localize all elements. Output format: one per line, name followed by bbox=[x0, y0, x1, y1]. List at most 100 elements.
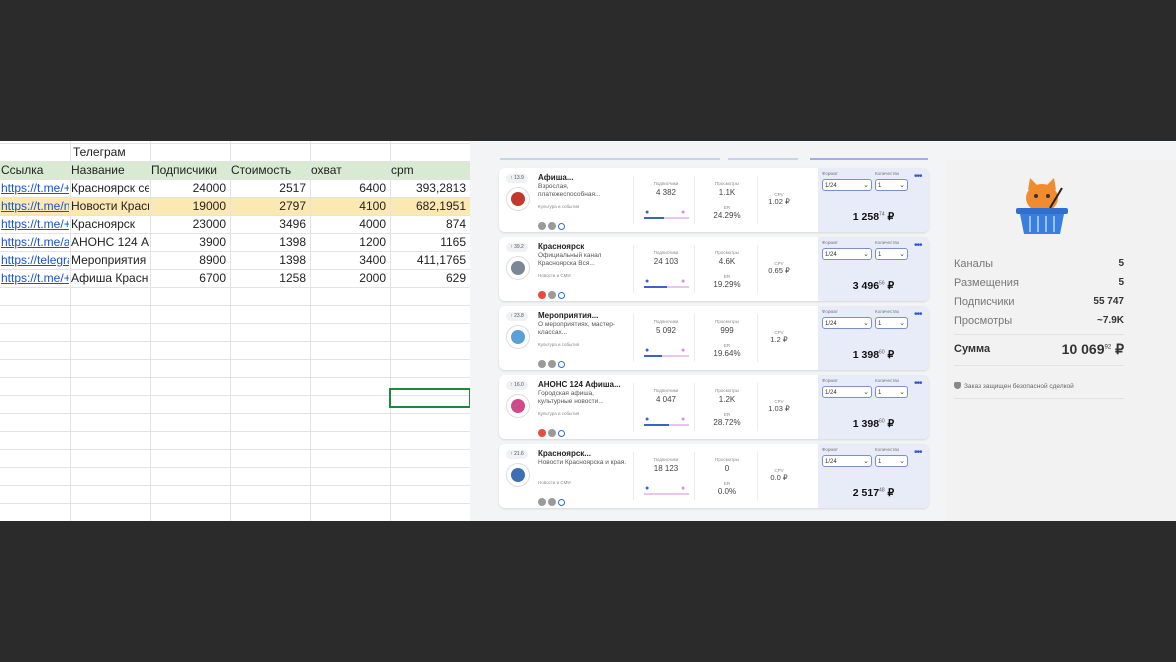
format-select[interactable]: 1/24 ⌄ bbox=[822, 386, 872, 398]
divider bbox=[694, 452, 695, 500]
price-panel: Формат Количество 1/24 ⌄ 1 ⌄ 1 39860 ₽ bbox=[818, 375, 929, 439]
channel-title[interactable]: Красноярск... bbox=[538, 449, 638, 458]
rank-badge: ↑ 13.9 bbox=[506, 174, 528, 183]
channel-card[interactable]: ↑ 21.6 Красноярск... Новости Красноярска… bbox=[499, 444, 929, 508]
person-icon: ● bbox=[645, 209, 650, 216]
channel-avatar[interactable] bbox=[506, 325, 530, 349]
channel-card[interactable]: ↑ 39.2 Красноярск Официальный канал Крас… bbox=[499, 237, 929, 301]
table-cell: Новости Красн bbox=[71, 199, 149, 213]
chevron-down-icon: ⌄ bbox=[863, 251, 869, 258]
price-panel: Формат Количество 1/24 ⌄ 1 ⌄ 2 51748 ₽ bbox=[818, 444, 929, 508]
more-dots-icon[interactable]: ••• bbox=[914, 309, 922, 320]
views-label: Просмотры bbox=[715, 181, 739, 186]
channel-avatar[interactable] bbox=[506, 463, 530, 487]
more-dots-icon[interactable]: ••• bbox=[914, 378, 922, 389]
cpv-block: CPV 0.0 ₽ bbox=[761, 468, 797, 482]
more-dots-icon[interactable]: ••• bbox=[914, 447, 922, 458]
qty-select[interactable]: 1 ⌄ bbox=[875, 179, 908, 191]
subs-label: Подписчики bbox=[653, 388, 679, 393]
channel-card[interactable]: ↑ 16.0 АНОНС 124 Афиша... Городская афиш… bbox=[499, 375, 929, 439]
audience-bar-fill bbox=[644, 355, 662, 357]
channel-avatar[interactable] bbox=[506, 187, 530, 211]
format-select[interactable]: 1/24 ⌄ bbox=[822, 317, 872, 329]
subs-label: Подписчики bbox=[653, 181, 679, 186]
chevron-down-icon: ⌄ bbox=[863, 182, 869, 189]
channel-title[interactable]: Афиша... bbox=[538, 173, 638, 182]
more-dots-icon[interactable]: ••• bbox=[914, 171, 922, 182]
table-cell: 2000 bbox=[359, 271, 386, 285]
cell-link[interactable]: https://t.me/nov bbox=[1, 197, 69, 215]
subs-label: Подписчики bbox=[653, 319, 679, 324]
views-label: Просмотры bbox=[715, 457, 739, 462]
er-value: 24.29% bbox=[713, 211, 741, 220]
table-cell: 1258 bbox=[279, 271, 306, 285]
divider bbox=[757, 176, 758, 224]
format-select[interactable]: 1/24 ⌄ bbox=[822, 179, 872, 191]
divider bbox=[757, 245, 758, 293]
channel-tags bbox=[538, 424, 567, 437]
audience-bar bbox=[644, 493, 689, 495]
column-header[interactable]: Ссылка bbox=[1, 161, 69, 179]
grid-row-line bbox=[0, 143, 470, 162]
divider bbox=[633, 245, 634, 293]
cell-link[interactable]: https://t.me/anc bbox=[1, 233, 69, 251]
telegram-icon bbox=[558, 430, 565, 437]
channel-avatar[interactable] bbox=[506, 394, 530, 418]
qty-select[interactable]: 1 ⌄ bbox=[875, 317, 908, 329]
price-total: 3 49656 ₽ bbox=[852, 280, 895, 292]
table-cell: 629 bbox=[445, 271, 466, 285]
person-icon: ● bbox=[645, 485, 650, 492]
avatar-image bbox=[511, 261, 525, 275]
channel-title[interactable]: Красноярск bbox=[538, 242, 638, 251]
person-icon: ● bbox=[681, 416, 686, 423]
channel-category: Новости и СМИ bbox=[538, 273, 571, 278]
column-header[interactable]: Стоимость bbox=[231, 161, 309, 179]
column-header[interactable]: cpm bbox=[391, 161, 469, 179]
channel-title[interactable]: АНОНС 124 Афиша... bbox=[538, 380, 638, 389]
cpv-value: 0.65 ₽ bbox=[768, 266, 790, 275]
table-cell: 3900 bbox=[199, 235, 226, 249]
cell-link[interactable]: https://t.me/+bl bbox=[1, 269, 69, 287]
table-cell: 682,1951 bbox=[415, 199, 466, 213]
format-label: Формат bbox=[822, 378, 838, 383]
column-header[interactable]: Подписчики bbox=[151, 161, 229, 179]
qty-label: Количество bbox=[875, 171, 900, 176]
divider bbox=[694, 383, 695, 431]
avatar-image bbox=[511, 192, 525, 206]
er-label: ER bbox=[723, 412, 731, 417]
column-header[interactable]: Название bbox=[71, 161, 149, 179]
more-dots-icon[interactable]: ••• bbox=[914, 240, 922, 251]
telegram-icon bbox=[558, 223, 565, 230]
channel-card[interactable]: ↑ 13.9 Афиша... Взрослая, платежеспособн… bbox=[499, 168, 929, 232]
selected-cell[interactable] bbox=[389, 388, 470, 408]
table-cell: Красноярск bbox=[71, 217, 136, 231]
chevron-down-icon: ⌄ bbox=[863, 458, 869, 465]
channel-card[interactable]: ↑ 23.8 Мероприятия... О мероприятиях, ма… bbox=[499, 306, 929, 370]
qty-select[interactable]: 1 ⌄ bbox=[875, 248, 908, 260]
divider bbox=[633, 383, 634, 431]
qty-select[interactable]: 1 ⌄ bbox=[875, 386, 908, 398]
person-icon: ● bbox=[645, 278, 650, 285]
column-header[interactable]: охват bbox=[311, 161, 389, 179]
avatar-image bbox=[511, 399, 525, 413]
divider bbox=[954, 398, 1124, 399]
cell-link[interactable]: https://t.me/+O bbox=[1, 215, 69, 233]
price-total: 1 39860 ₽ bbox=[852, 418, 895, 430]
qty-select[interactable]: 1 ⌄ bbox=[875, 455, 908, 467]
format-select[interactable]: 1/24 ⌄ bbox=[822, 455, 872, 467]
format-select[interactable]: 1/24 ⌄ bbox=[822, 248, 872, 260]
views-value: 1.2K bbox=[718, 395, 736, 404]
channel-avatar[interactable] bbox=[506, 256, 530, 280]
basket-cat-icon bbox=[1016, 178, 1068, 234]
table-cell: 1165 bbox=[440, 235, 466, 249]
divider bbox=[633, 314, 634, 362]
channel-title[interactable]: Мероприятия... bbox=[538, 311, 638, 320]
table-cell: 3400 bbox=[359, 253, 386, 267]
cell-link[interactable]: https://telegram bbox=[1, 251, 69, 269]
audience-bar bbox=[644, 424, 689, 426]
divider bbox=[757, 314, 758, 362]
divider bbox=[694, 176, 695, 224]
channel-category: Новости и СМИ bbox=[538, 480, 571, 485]
channel-category: Культура и события bbox=[538, 411, 580, 416]
cell-link[interactable]: https://t.me/+Hl9 bbox=[1, 179, 69, 197]
